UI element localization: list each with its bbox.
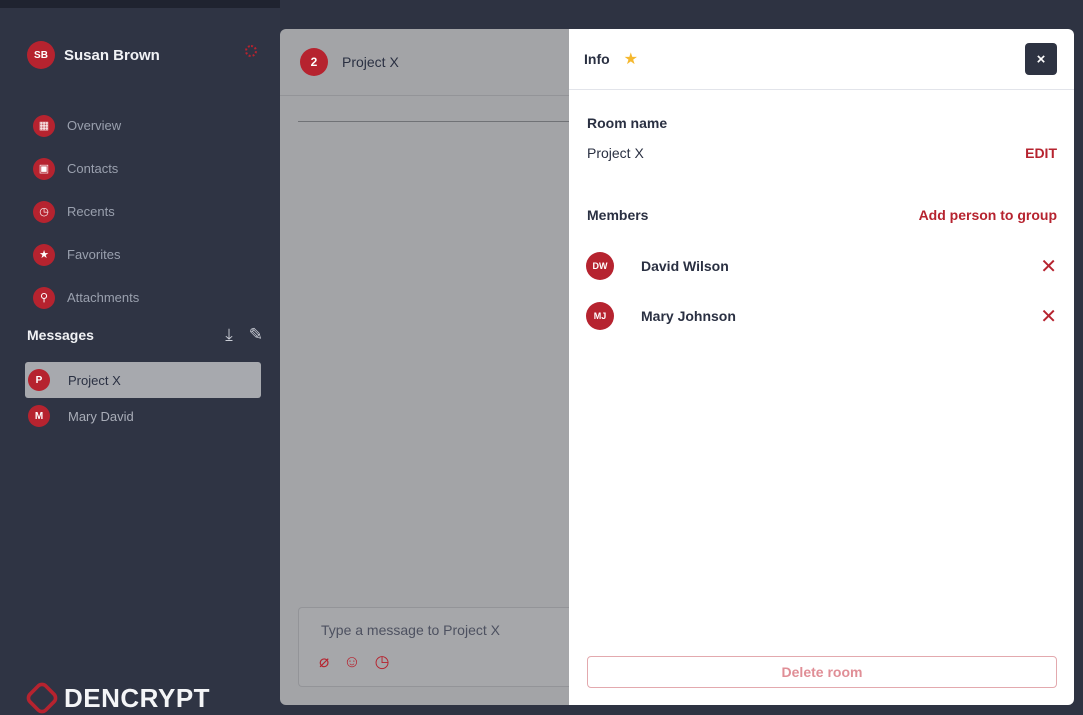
info-panel: Info ★ × Room name Project X EDIT Member… xyxy=(569,29,1074,705)
search-icon: ⚲ xyxy=(33,286,55,309)
messages-actions: ⤓ ✎ xyxy=(225,325,263,345)
message-input[interactable]: Type a message to Project X xyxy=(321,622,500,638)
attachment-icon[interactable]: ⌀ xyxy=(319,652,329,672)
clock-icon: ◷ xyxy=(33,200,55,223)
messages-header: Messages ⤓ ✎ xyxy=(27,325,263,345)
add-person-button[interactable]: Add person to group xyxy=(919,207,1057,223)
clock-icon[interactable]: ◷ xyxy=(375,652,390,672)
room-list: P Project X M Mary David xyxy=(25,362,261,434)
sidebar: SB Susan Brown ▦ Overview ▣ Contacts ◷ R… xyxy=(0,0,280,715)
logo-icon xyxy=(23,679,61,715)
download-icon[interactable]: ⤓ xyxy=(225,325,233,345)
grid-icon: ▦ xyxy=(33,114,55,137)
avatar: DW xyxy=(586,252,614,280)
sidebar-item-label: Attachments xyxy=(67,290,140,305)
chat-header: 2 Project X xyxy=(280,29,576,96)
room-label: Mary David xyxy=(68,408,134,424)
logo-text: DENCRYPT xyxy=(64,682,211,713)
avatar: SB xyxy=(27,41,55,69)
user-profile[interactable]: SB Susan Brown xyxy=(27,41,160,69)
divider xyxy=(298,121,576,122)
favorite-star-icon[interactable]: ★ xyxy=(624,49,638,69)
sidebar-item-label: Contacts xyxy=(67,161,119,176)
app-logo: DENCRYPT xyxy=(23,679,211,715)
settings-gear-icon[interactable] xyxy=(245,45,257,57)
close-button[interactable]: × xyxy=(1025,43,1057,75)
sidebar-item-attachments[interactable]: ⚲ Attachments xyxy=(33,276,139,319)
member-name: Mary Johnson xyxy=(641,308,736,324)
avatar: MJ xyxy=(586,302,614,330)
composer-tools: ⌀ ☺ ◷ xyxy=(319,652,389,672)
member-row: MJ Mary Johnson ✕ xyxy=(586,301,1057,331)
emoji-icon[interactable]: ☺ xyxy=(343,652,360,672)
room-name-value: Project X xyxy=(587,145,644,161)
messages-title: Messages xyxy=(27,327,94,343)
member-name: David Wilson xyxy=(641,258,729,274)
info-title: Info xyxy=(584,51,610,67)
sidebar-nav: ▦ Overview ▣ Contacts ◷ Recents ★ Favori… xyxy=(33,104,139,319)
compose-icon[interactable]: ✎ xyxy=(249,325,263,345)
sidebar-item-overview[interactable]: ▦ Overview xyxy=(33,104,139,147)
member-row: DW David Wilson ✕ xyxy=(586,251,1057,281)
edit-button[interactable]: EDIT xyxy=(1025,145,1057,161)
avatar: P xyxy=(28,369,50,391)
remove-member-icon[interactable]: ✕ xyxy=(1040,254,1057,279)
sidebar-item-label: Recents xyxy=(67,204,115,219)
message-composer: Type a message to Project X ⌀ ☺ ◷ xyxy=(298,607,576,687)
member-count-badge: 2 xyxy=(300,48,328,76)
sidebar-item-label: Overview xyxy=(67,118,122,133)
room-item-mary-david[interactable]: M Mary David xyxy=(25,398,261,434)
sidebar-item-contacts[interactable]: ▣ Contacts xyxy=(33,147,139,190)
chat-title[interactable]: Project X xyxy=(342,54,399,70)
room-item-project-x[interactable]: P Project X xyxy=(25,362,261,398)
sidebar-item-favorites[interactable]: ★ Favorites xyxy=(33,233,139,276)
remove-member-icon[interactable]: ✕ xyxy=(1040,304,1057,329)
star-icon: ★ xyxy=(33,243,55,266)
avatar: M xyxy=(28,405,50,427)
delete-room-button[interactable]: Delete room xyxy=(587,656,1057,688)
room-name-label: Room name xyxy=(587,115,668,131)
user-name: Susan Brown xyxy=(64,46,160,64)
room-label: Project X xyxy=(68,372,121,388)
sidebar-item-recents[interactable]: ◷ Recents xyxy=(33,190,139,233)
members-label: Members xyxy=(587,207,649,223)
sidebar-item-label: Favorites xyxy=(67,247,121,262)
info-header: Info ★ × xyxy=(569,29,1074,90)
chat-panel: 2 Project X Type a message to Project X … xyxy=(280,29,576,705)
contacts-icon: ▣ xyxy=(33,157,55,180)
